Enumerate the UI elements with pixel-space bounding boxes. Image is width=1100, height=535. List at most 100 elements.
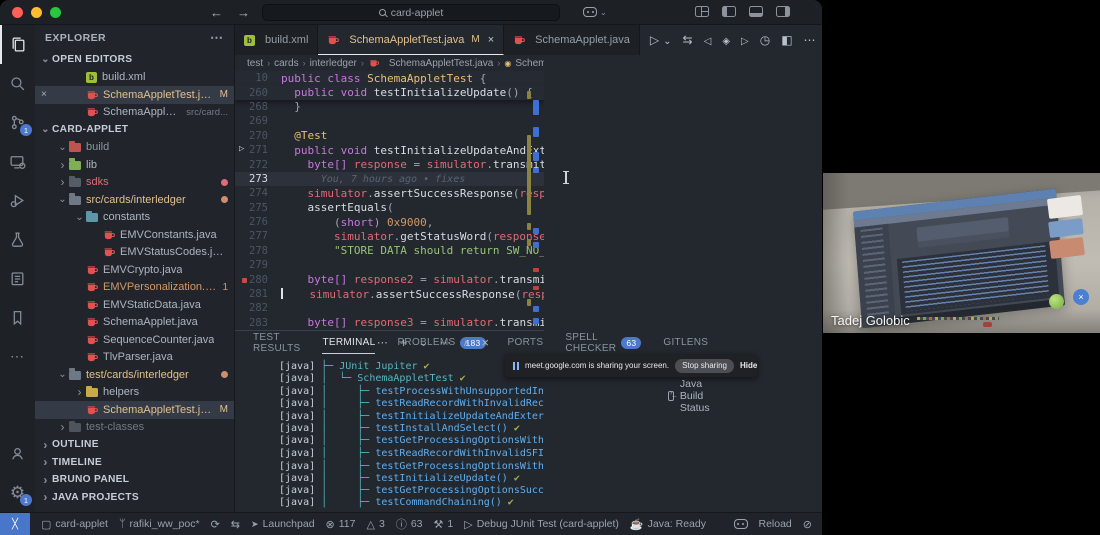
new-terminal-button[interactable] (400, 335, 408, 350)
errors-count[interactable]: 117 (326, 518, 356, 531)
code-line-275[interactable]: 275 assertEquals( (235, 201, 544, 215)
panel-tab-test-results[interactable]: TEST RESULTS (253, 331, 300, 354)
tree-item-emvconstants-java[interactable]: EMVConstants.java (35, 226, 234, 244)
terminal-dropdown-icon[interactable] (419, 337, 427, 349)
accounts-icon[interactable] (0, 434, 35, 473)
tree-item-emvstaticdata-java[interactable]: EMVStaticData.java (35, 296, 234, 314)
panel-more-actions-icon[interactable] (440, 336, 451, 349)
code-line-282[interactable]: 282 (235, 301, 544, 315)
do-not-disturb-icon[interactable] (803, 518, 812, 531)
breadcrumb-item-cards[interactable]: cards (274, 58, 298, 69)
tree-item-emvcrypto-java[interactable]: EMVCrypto.java (35, 261, 234, 279)
breadcrumb[interactable]: test › cards › interledger › SchemaAppletTest.… (235, 55, 544, 71)
tree-item-tlvparser-java[interactable]: TlvParser.java (35, 349, 234, 367)
close-window-button[interactable] (12, 6, 23, 18)
command-center-search[interactable]: card-applet (262, 4, 560, 21)
explorer-more-actions-icon[interactable]: ⋯ (210, 30, 224, 46)
file-history-icon[interactable] (760, 33, 770, 47)
tree-item-schemaapplettest-jav[interactable]: × SchemaAppletTest.jav... M (35, 86, 234, 104)
tree-item-src-cards-interledger[interactable]: src/cards/interledger (35, 191, 234, 209)
code-line-281[interactable]: 281 simulator.assertSuccessResponse(resp… (235, 287, 544, 301)
section-outline[interactable]: OUTLINE (35, 436, 234, 454)
code-line-269[interactable]: 269 (235, 114, 544, 128)
code-line-277[interactable]: 277 simulator.getStatusWord(response), (235, 229, 544, 243)
tab-build-xml[interactable]: b build.xml (235, 25, 319, 55)
zoom-window-button[interactable] (50, 6, 61, 18)
panel-tab-terminal[interactable]: TERMINAL (322, 331, 376, 354)
participant-video[interactable]: × Tadej Golobic (823, 173, 1100, 333)
warnings-count[interactable]: 3 (367, 518, 385, 531)
tree-item-sdks[interactable]: sdks (35, 174, 234, 192)
toggle-panel-icon[interactable] (749, 6, 763, 17)
close-icon[interactable]: × (41, 89, 47, 100)
hide-button[interactable]: Hide (740, 361, 757, 370)
run-java-button[interactable] (650, 33, 659, 47)
code-line-283[interactable]: 283 byte[] response3 = simulator.transmi… (235, 316, 544, 330)
project-badge[interactable]: card-applet (41, 518, 108, 531)
run-dropdown-icon[interactable] (663, 33, 671, 47)
section-open-editors[interactable]: OPEN EDITORS (35, 51, 234, 69)
previous-change-icon[interactable] (704, 33, 712, 47)
panel-tab-ports[interactable]: PORTS (508, 331, 544, 354)
split-editor-icon[interactable] (781, 33, 792, 47)
remote-indicator[interactable]: ╳ (0, 512, 30, 535)
code-line-268[interactable]: 268 } (235, 100, 544, 114)
breadcrumb-item-schemaapplettest[interactable]: SchemaAppletTest (515, 58, 544, 69)
tree-item-sequencecounter-java[interactable]: SequenceCounter.java (35, 331, 234, 349)
next-change-icon[interactable] (741, 33, 749, 47)
tree-item-test-classes[interactable]: test-classes (35, 419, 234, 437)
settings-gear-icon[interactable]: ⚙ 1 (0, 473, 35, 512)
minimize-window-button[interactable] (31, 6, 42, 18)
code-line-276[interactable]: 276 (short) 0x9000, (235, 215, 544, 229)
changes-icon[interactable] (722, 33, 730, 47)
tree-item-lib[interactable]: lib (35, 156, 234, 174)
tree-item-helpers[interactable]: helpers (35, 384, 234, 402)
additional-views-icon[interactable]: ⋯ (0, 337, 35, 376)
close-panel-icon[interactable] (481, 335, 489, 350)
copilot-status[interactable] (733, 519, 748, 529)
tasks-count[interactable]: 1 (434, 518, 453, 531)
panel-tab-gitlens[interactable]: GITLENS (663, 331, 708, 354)
code-line-274[interactable]: 274 simulator.assertSuccessResponse(resp… (235, 186, 544, 200)
code-line-273[interactable]: 273 You, 7 hours ago • fixes (235, 171, 544, 187)
close-icon[interactable]: × (488, 34, 494, 46)
launchpad[interactable]: Launchpad (251, 518, 315, 530)
compare-refs-icon[interactable] (231, 518, 240, 531)
more-actions-icon[interactable] (804, 33, 816, 47)
tab-schemaapplettest-java[interactable]: SchemaAppletTest.java M × (318, 25, 505, 55)
section-card-applet[interactable]: CARD-APPLET (35, 121, 234, 139)
tree-item-schemaapplet-java[interactable]: SchemaApplet.java (35, 314, 234, 332)
info-count[interactable]: 63 (396, 516, 423, 532)
customize-layout-icon[interactable] (695, 6, 709, 17)
code-editor[interactable]: 10 public class SchemaAppletTest {260 pub… (235, 71, 544, 330)
copilot-menu[interactable]: ⌄ (583, 7, 607, 17)
notebook-icon[interactable] (0, 259, 35, 298)
code-line-10[interactable]: 10 public class SchemaAppletTest { (235, 71, 544, 86)
code-line-270[interactable]: 270 @Test (235, 129, 544, 143)
tree-item-test-cards-interledger[interactable]: test/cards/interledger (35, 366, 234, 384)
breadcrumb-item-interledger[interactable]: interledger (310, 58, 357, 69)
compare-changes-icon[interactable] (683, 33, 693, 47)
tree-item-build-xml[interactable]: b build.xml (35, 69, 234, 87)
run-debug-icon[interactable] (0, 181, 35, 220)
code-line-260[interactable]: 260 public void testInitializeUpdate() { (235, 85, 544, 100)
breadcrumb-item-test[interactable]: test (247, 58, 263, 69)
debug-junit-test[interactable]: Debug JUnit Test (card-applet) (464, 518, 619, 531)
forward-icon[interactable] (237, 5, 250, 20)
section-bruno-panel[interactable]: BRUNO PANEL (35, 471, 234, 489)
code-line-280[interactable]: 280 byte[] response2 = simulator.transmi… (235, 272, 544, 286)
tree-item-emvpersonalization-java[interactable]: EMVPersonalization.java 1 (35, 279, 234, 297)
remote-explorer-icon[interactable] (0, 142, 35, 181)
code-line-272[interactable]: 272 byte[] response = simulator.transmit… (235, 157, 544, 171)
stop-sharing-button[interactable]: Stop sharing (675, 358, 734, 373)
panel-tab-spell-checker[interactable]: SPELL CHECKER 63 (565, 331, 642, 354)
sync-changes-icon[interactable] (211, 518, 220, 531)
tree-item-emvstatuscodes-java[interactable]: EMVStatusCodes.java (35, 244, 234, 262)
explorer-icon[interactable] (0, 25, 35, 64)
section-java-projects[interactable]: JAVA PROJECTS (35, 489, 234, 507)
tree-item-schemaapplettest-java[interactable]: SchemaAppletTest.java M (35, 401, 234, 419)
additional-views-icon[interactable] (377, 336, 388, 349)
run-test-icon[interactable]: ▷ (239, 144, 244, 154)
search-view-icon[interactable] (0, 64, 35, 103)
terminal-list-item-java-build-status[interactable]: Java Build Status (668, 378, 715, 414)
